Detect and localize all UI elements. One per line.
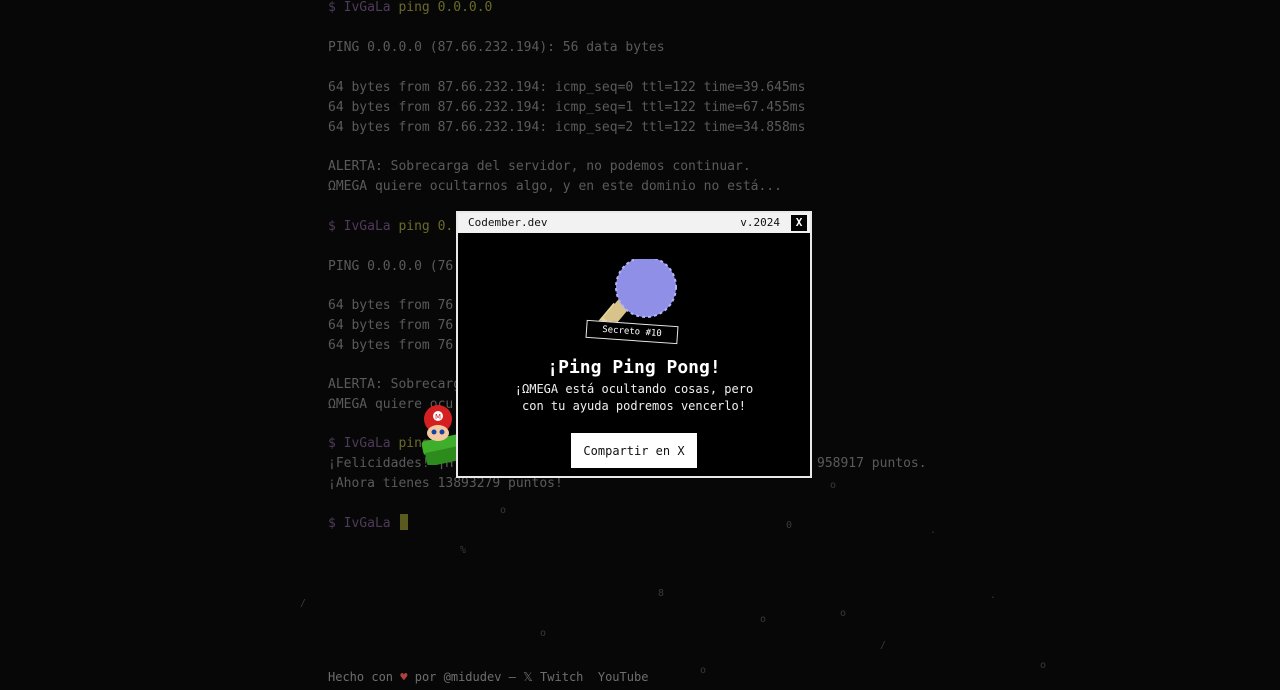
modal-titlebar: Codember.dev v.2024 X — [458, 213, 810, 233]
debris-dot: / — [880, 640, 887, 651]
footer-twitch-link[interactable]: Twitch — [540, 670, 583, 684]
debris-dot: 0 — [786, 520, 793, 531]
footer: Hecho con ♥ por @midudev — 𝕏 Twitch YouT… — [328, 670, 648, 684]
close-button[interactable]: X — [791, 215, 807, 231]
debris-dot: . — [930, 525, 937, 536]
debris-dot: o — [840, 608, 847, 619]
debris-dot: o — [500, 505, 507, 516]
ping-pong-paddle-icon — [598, 259, 677, 329]
debris-dot: / — [300, 598, 307, 609]
modal-message: ¡ΩMEGA está ocultando cosas, pero con tu… — [458, 381, 810, 415]
x-icon[interactable]: 𝕏 — [523, 670, 533, 684]
modal-body: Secreto #10 ¡Ping Ping Pong! ¡ΩMEGA está… — [458, 233, 810, 476]
debris-dot: o — [1040, 660, 1047, 671]
footer-separator: — — [508, 670, 516, 684]
heart-icon: ♥ — [400, 670, 408, 684]
debris-dot: o — [830, 480, 837, 491]
share-on-x-button[interactable]: Compartir en X — [571, 433, 697, 468]
footer-author-link[interactable]: por @midudev — [415, 670, 502, 684]
modal-message-line: con tu ayuda podremos vencerlo! — [522, 399, 746, 413]
modal-heading: ¡Ping Ping Pong! — [547, 357, 721, 378]
secret-modal: Codember.dev v.2024 X Secreto #10 ¡Ping … — [456, 211, 812, 478]
svg-text:M: M — [435, 413, 441, 421]
debris-dot: 8 — [658, 588, 665, 599]
modal-message-line: ¡ΩMEGA está ocultando cosas, pero — [514, 382, 754, 396]
modal-title: Codember.dev — [468, 216, 548, 229]
footer-made-with: Hecho con — [328, 670, 394, 684]
footer-youtube-link[interactable]: YouTube — [598, 670, 649, 684]
debris-dot: % — [460, 545, 467, 556]
modal-version: v.2024 — [740, 216, 780, 229]
debris-dot: o — [700, 665, 707, 676]
debris-dot: . — [990, 590, 997, 601]
debris-dot: o — [540, 628, 547, 639]
debris-dot: o — [760, 614, 767, 625]
